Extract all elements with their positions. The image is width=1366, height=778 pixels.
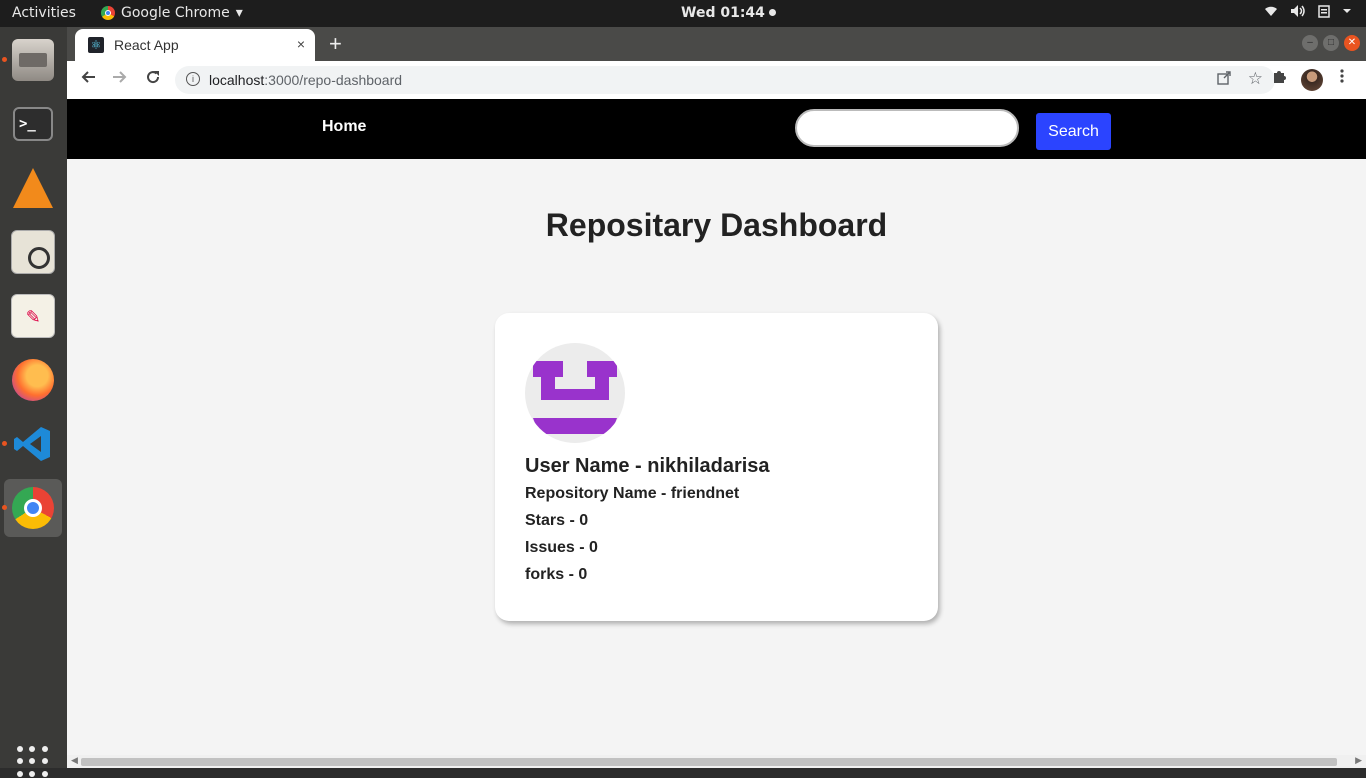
forks-count: forks - 0 [525, 566, 588, 583]
window-controls: – □ ✕ [1302, 35, 1360, 51]
dock-item-image-viewer[interactable] [4, 223, 62, 281]
url-host: localhost [209, 72, 265, 88]
wifi-icon [1264, 4, 1278, 22]
profile-avatar[interactable] [1301, 69, 1323, 91]
page-title: Repositary Dashboard [545, 207, 888, 243]
chrome-icon [12, 487, 54, 529]
open-in-new-icon[interactable] [1217, 71, 1231, 88]
vlc-icon [13, 168, 53, 208]
nav-home-link[interactable]: Home [322, 118, 366, 136]
clipboard-icon [1318, 4, 1330, 22]
owner-avatar [525, 343, 625, 443]
notification-dot [768, 9, 776, 16]
tab-strip: ⚛ React App × + – □ ✕ [67, 27, 1366, 61]
close-icon[interactable]: × [297, 36, 305, 52]
clock-label: Wed 01:44 [681, 5, 765, 21]
stars-count: Stars - 0 [525, 512, 589, 529]
more-menu-icon[interactable] [1339, 68, 1345, 89]
app-navbar: Home Search [67, 99, 1366, 159]
forward-button[interactable] [112, 69, 128, 90]
reload-button[interactable] [145, 69, 161, 90]
minimize-button[interactable]: – [1302, 35, 1318, 51]
chevron-down-icon: ▾ [235, 5, 243, 21]
terminal-icon: >_ [13, 107, 53, 141]
image-viewer-icon [11, 230, 55, 274]
dock-item-vlc[interactable] [4, 159, 62, 217]
address-bar[interactable]: i localhost:3000/repo-dashboard ☆ [175, 66, 1275, 94]
close-window-button[interactable]: ✕ [1344, 35, 1360, 51]
dock: >_ ✎ [0, 27, 67, 777]
show-applications-icon[interactable] [17, 746, 49, 778]
running-indicator [2, 441, 7, 446]
activities-button[interactable]: Activities [12, 5, 76, 21]
dock-item-chrome[interactable] [2, 479, 62, 537]
firefox-icon [12, 359, 54, 401]
browser-toolbar: i localhost:3000/repo-dashboard ☆ [67, 61, 1366, 99]
scroll-left-icon[interactable]: ◀ [71, 755, 78, 766]
web-page: Home Search Repositary Dashboard User Na… [67, 99, 1366, 755]
react-icon: ⚛ [88, 37, 104, 53]
site-info-icon[interactable]: i [186, 72, 200, 86]
browser-window: ⚛ React App × + – □ ✕ i localhost:3000/r… [67, 27, 1366, 768]
horizontal-scrollbar[interactable]: ◀ ▶ [67, 755, 1366, 768]
user-name: User Name - nikhiladarisa [525, 455, 770, 477]
running-indicator [2, 57, 7, 62]
running-indicator [2, 505, 7, 510]
volume-icon [1290, 4, 1306, 22]
url-text: localhost:3000/repo-dashboard [209, 72, 402, 88]
search-input[interactable] [795, 109, 1019, 147]
issues-count: Issues - 0 [525, 539, 598, 556]
repo-card: User Name - nikhiladarisa Repository Nam… [495, 313, 938, 621]
app-menu[interactable]: Google Chrome ▾ [101, 5, 243, 21]
scrollbar-thumb[interactable] [81, 758, 1337, 766]
bookmark-star-icon[interactable]: ☆ [1248, 69, 1263, 89]
url-path: :3000/repo-dashboard [264, 72, 403, 88]
system-top-bar: Activities Google Chrome ▾ Wed 01:44 [0, 0, 1366, 27]
repository-name: Repository Name - friendnet [525, 485, 740, 502]
dock-item-terminal[interactable]: >_ [4, 95, 62, 153]
chrome-icon [101, 6, 115, 20]
extensions-icon[interactable] [1271, 68, 1287, 89]
chevron-down-icon [1342, 4, 1352, 22]
scroll-right-icon[interactable]: ▶ [1355, 755, 1362, 766]
tab-title: React App [114, 37, 179, 53]
maximize-button[interactable]: □ [1323, 35, 1339, 51]
tab-react-app[interactable]: ⚛ React App × [75, 29, 315, 61]
dock-item-vscode[interactable] [2, 415, 62, 473]
system-tray[interactable] [1264, 4, 1352, 22]
text-editor-icon: ✎ [11, 294, 55, 338]
dock-item-files[interactable] [2, 31, 62, 89]
dock-item-text-editor[interactable]: ✎ [4, 287, 62, 345]
back-button[interactable] [80, 69, 96, 90]
vscode-icon [12, 423, 54, 465]
owner-logo-icon [533, 361, 617, 434]
files-icon [12, 39, 54, 81]
dock-item-firefox[interactable] [4, 351, 62, 409]
new-tab-button[interactable]: + [329, 31, 342, 57]
clock[interactable]: Wed 01:44 [681, 5, 776, 21]
search-button[interactable]: Search [1036, 113, 1111, 150]
app-menu-label: Google Chrome [121, 5, 230, 21]
